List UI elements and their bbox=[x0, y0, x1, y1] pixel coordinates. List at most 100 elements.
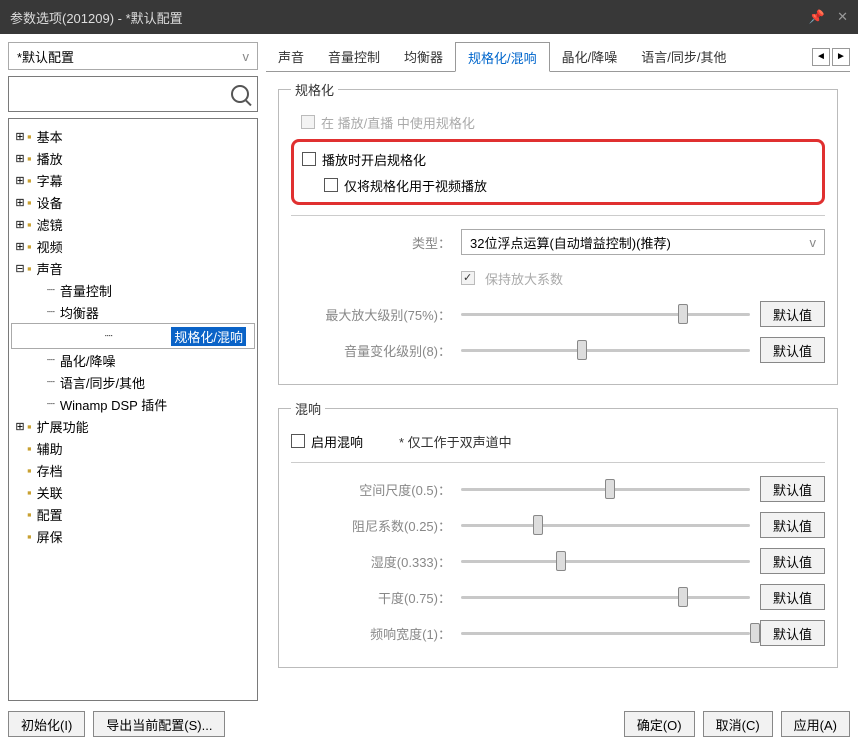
tab-left-icon[interactable]: ◄ bbox=[812, 48, 830, 66]
ok-button[interactable]: 确定(O) bbox=[624, 711, 695, 737]
checkbox-playback[interactable] bbox=[302, 152, 316, 166]
tree-item[interactable]: ▪辅助 bbox=[11, 437, 255, 459]
highlight-box: 播放时开启规格化 仅将规格化用于视频播放 bbox=[291, 139, 825, 205]
reverb-slider[interactable] bbox=[461, 479, 750, 499]
tree-label: 规格化/混响 bbox=[171, 327, 246, 346]
default-button[interactable]: 默认值 bbox=[760, 476, 825, 502]
tree-label: 视频 bbox=[34, 237, 66, 256]
reverb-legend: 混响 bbox=[291, 399, 325, 418]
reverb-slider[interactable] bbox=[461, 623, 750, 643]
tree-item[interactable]: ⊞▪滤镜 bbox=[11, 213, 255, 235]
tree-item[interactable]: ⊞▪扩展功能 bbox=[11, 415, 255, 437]
tree-label: 均衡器 bbox=[57, 303, 102, 322]
tree-label: 声音 bbox=[34, 259, 66, 278]
tree-item[interactable]: ┈均衡器 bbox=[11, 301, 255, 323]
checkbox-reverb[interactable] bbox=[291, 434, 305, 448]
type-row: 类型： 32位浮点运算(自动增益控制)(推荐) v bbox=[291, 224, 825, 260]
checkbox-video-only[interactable] bbox=[324, 178, 338, 192]
tree-item[interactable]: ⊞▪视频 bbox=[11, 235, 255, 257]
tree-item[interactable]: ⊞▪播放 bbox=[11, 147, 255, 169]
checkbox-keep bbox=[461, 271, 475, 285]
tree-toggle-icon[interactable]: ⊞ bbox=[13, 174, 27, 187]
reverb-group: 混响 启用混响 * 仅工作于双声道中 空间尺度(0.5)：默认值阻尼系数(0.2… bbox=[278, 399, 838, 668]
reverb-slider[interactable] bbox=[461, 515, 750, 535]
tree-item[interactable]: ▪存档 bbox=[11, 459, 255, 481]
default-button[interactable]: 默认值 bbox=[760, 301, 825, 327]
tab[interactable]: 音量控制 bbox=[316, 42, 392, 72]
tree-item[interactable]: ▪屏保 bbox=[11, 525, 255, 547]
tree-item[interactable]: ▪配置 bbox=[11, 503, 255, 525]
reverb-slider[interactable] bbox=[461, 587, 750, 607]
norm-cb3-row: 仅将规格化用于视频播放 bbox=[324, 172, 814, 198]
tree-toggle-icon[interactable]: ⊞ bbox=[13, 420, 27, 433]
tree-item[interactable]: ┈Winamp DSP 插件 bbox=[11, 393, 255, 415]
tree-item[interactable]: ⊞▪基本 bbox=[11, 125, 255, 147]
pin-icon[interactable]: 📌 bbox=[809, 9, 825, 25]
button-bar: 初始化(I) 导出当前配置(S)... 确定(O) 取消(C) 应用(A) bbox=[8, 701, 850, 737]
max-row: 最大放大级别(75%)： 默认值 bbox=[291, 296, 825, 332]
tree-label: 屏保 bbox=[34, 527, 66, 546]
type-dropdown[interactable]: 32位浮点运算(自动增益控制)(推荐) v bbox=[461, 229, 825, 255]
tab[interactable]: 声音 bbox=[266, 42, 316, 72]
default-button[interactable]: 默认值 bbox=[760, 620, 825, 646]
tree-label: 播放 bbox=[34, 149, 66, 168]
tab[interactable]: 语言/同步/其他 bbox=[629, 42, 738, 72]
tree-item[interactable]: ▪关联 bbox=[11, 481, 255, 503]
export-button[interactable]: 导出当前配置(S)... bbox=[93, 711, 225, 737]
tree-toggle-icon[interactable]: ⊞ bbox=[13, 152, 27, 165]
tree-item[interactable]: ┈晶化/降噪 bbox=[11, 349, 255, 371]
tree-toggle-icon[interactable]: ⊞ bbox=[13, 196, 27, 209]
apply-button[interactable]: 应用(A) bbox=[781, 711, 850, 737]
tree-leaf-icon: ┈ bbox=[105, 328, 113, 344]
tree-toggle-icon[interactable]: ⊞ bbox=[13, 130, 27, 143]
vol-label: 音量变化级别(8)： bbox=[291, 341, 451, 360]
tree-item[interactable]: ┈ 规格化/混响 bbox=[11, 323, 255, 349]
tree-item[interactable]: ┈音量控制 bbox=[11, 279, 255, 301]
normalization-legend: 规格化 bbox=[291, 80, 338, 99]
right-column: 声音音量控制均衡器规格化/混响晶化/降噪语言/同步/其他 ◄ ► 规格化 在 播… bbox=[266, 42, 850, 701]
vol-slider[interactable] bbox=[461, 340, 750, 360]
tab-right-icon[interactable]: ► bbox=[832, 48, 850, 66]
separator bbox=[291, 462, 825, 463]
tab[interactable]: 均衡器 bbox=[392, 42, 455, 72]
tree-item[interactable]: ⊞▪设备 bbox=[11, 191, 255, 213]
type-value: 32位浮点运算(自动增益控制)(推荐) bbox=[470, 233, 671, 252]
close-icon[interactable]: ✕ bbox=[837, 9, 848, 25]
max-label: 最大放大级别(75%)： bbox=[291, 305, 451, 324]
tree-label: 晶化/降噪 bbox=[57, 351, 119, 370]
max-slider[interactable] bbox=[461, 304, 750, 324]
default-button[interactable]: 默认值 bbox=[760, 337, 825, 363]
tree-toggle-icon[interactable]: ⊟ bbox=[13, 262, 27, 275]
default-button[interactable]: 默认值 bbox=[760, 584, 825, 610]
tab[interactable]: 规格化/混响 bbox=[455, 42, 550, 72]
tree-label: 配置 bbox=[34, 505, 66, 524]
chevron-down-icon: v bbox=[810, 235, 817, 250]
default-button[interactable]: 默认值 bbox=[760, 548, 825, 574]
tree-toggle-icon[interactable]: ⊞ bbox=[13, 240, 27, 253]
tree-toggle-icon[interactable]: ⊞ bbox=[13, 218, 27, 231]
normalization-group: 规格化 在 播放/直播 中使用规格化 播放时开启规格化 仅将规格化用于视频播放 bbox=[278, 80, 838, 385]
reverb-slider[interactable] bbox=[461, 551, 750, 571]
tree-item[interactable]: ⊞▪字幕 bbox=[11, 169, 255, 191]
nav-tree[interactable]: ⊞▪基本⊞▪播放⊞▪字幕⊞▪设备⊞▪滤镜⊞▪视频⊟▪声音┈音量控制┈均衡器┈规格… bbox=[8, 118, 258, 701]
init-button[interactable]: 初始化(I) bbox=[8, 711, 85, 737]
norm-cb2-row: 播放时开启规格化 bbox=[302, 146, 814, 172]
reverb-slider-row: 湿度(0.333)： 默认值 bbox=[291, 543, 825, 579]
tree-label: 字幕 bbox=[34, 171, 66, 190]
cancel-button[interactable]: 取消(C) bbox=[703, 711, 773, 737]
tree-item[interactable]: ┈语言/同步/其他 bbox=[11, 371, 255, 393]
tree-item[interactable]: ⊟▪声音 bbox=[11, 257, 255, 279]
tree-label: 设备 bbox=[34, 193, 66, 212]
keep-row: 保持放大系数 bbox=[291, 260, 825, 296]
default-button[interactable]: 默认值 bbox=[760, 512, 825, 538]
norm-cb2-label: 播放时开启规格化 bbox=[322, 150, 426, 169]
norm-cb1-label: 在 播放/直播 中使用规格化 bbox=[321, 113, 475, 132]
slider-label: 湿度(0.333)： bbox=[291, 552, 451, 571]
search-input[interactable] bbox=[8, 76, 258, 112]
reverb-slider-row: 频响宽度(1)：默认值 bbox=[291, 615, 825, 651]
config-dropdown[interactable]: *默认配置 v bbox=[8, 42, 258, 70]
tree-leaf-icon: ┈ bbox=[47, 282, 55, 298]
tree-label: 基本 bbox=[34, 127, 66, 146]
tab[interactable]: 晶化/降噪 bbox=[550, 42, 630, 72]
tab-scroll-arrows: ◄ ► bbox=[812, 48, 850, 66]
